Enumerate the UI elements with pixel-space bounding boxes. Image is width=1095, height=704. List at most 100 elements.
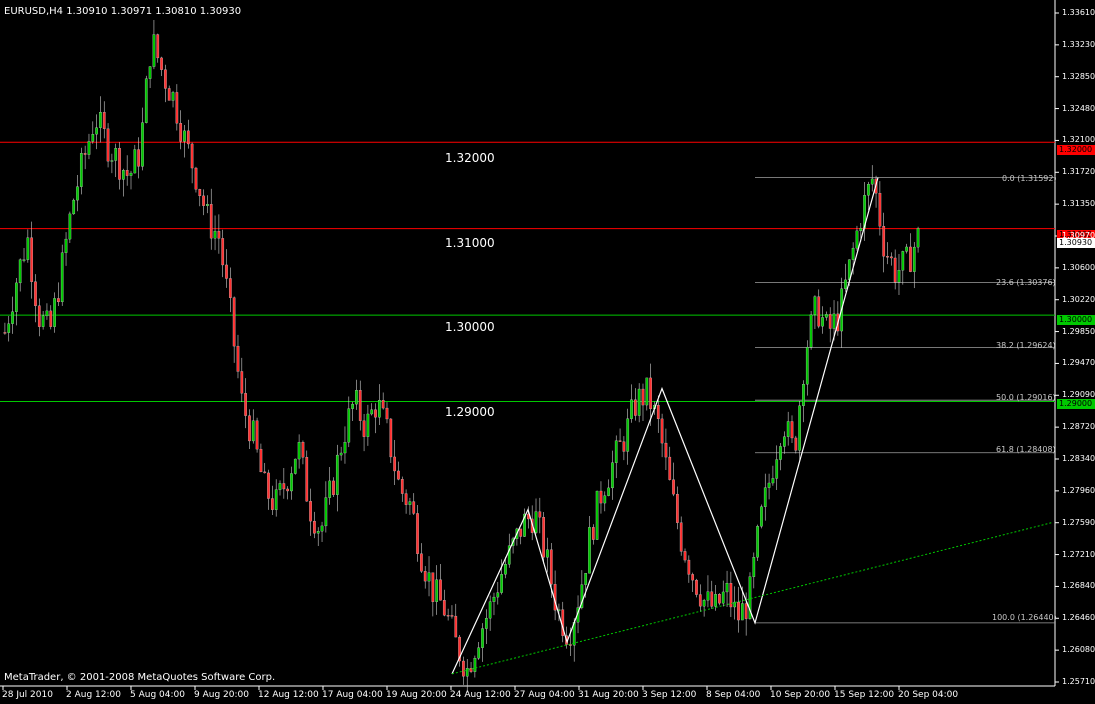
candle-body (408, 501, 412, 505)
candle-body (41, 315, 45, 327)
price-tick-label: 1.30970 (1062, 231, 1095, 240)
candle-body (129, 172, 133, 176)
candle-body (217, 230, 221, 239)
candle-body (897, 270, 901, 283)
candle-body (297, 442, 301, 460)
candle-body (595, 490, 599, 540)
candle-body (725, 583, 729, 593)
candle-body (57, 298, 60, 303)
candle-body (305, 457, 309, 502)
candle-body (767, 482, 771, 488)
candle-body (809, 314, 813, 348)
candle-body (423, 571, 427, 582)
candle-body (855, 230, 859, 249)
candle-body (240, 371, 244, 394)
candle-body (259, 448, 263, 473)
candle-body (267, 472, 270, 499)
candle-body (328, 480, 332, 498)
candle-body (488, 601, 492, 619)
candle-body (607, 487, 610, 496)
candle-body (909, 246, 912, 272)
price-tick-label: 1.31720 (1062, 167, 1095, 177)
candle-body (278, 483, 282, 490)
candle-body (718, 594, 721, 604)
time-tick-label: 8 Sep 04:00 (706, 690, 761, 700)
candle-body (175, 92, 179, 124)
candle-body (641, 388, 645, 406)
candle-body (645, 377, 649, 406)
candle-body (167, 88, 171, 101)
candle-body (649, 377, 652, 410)
price-tick-label: 1.33230 (1062, 39, 1095, 49)
price-tick-label: 1.29470 (1062, 358, 1095, 368)
level-label-132000: 1.32000 (445, 151, 495, 165)
candle-body (68, 213, 72, 240)
price-tick-label: 1.29850 (1062, 326, 1095, 336)
candle-body (454, 615, 458, 638)
candle-body (622, 441, 626, 452)
candle-body (668, 456, 672, 480)
time-tick-label: 10 Sep 20:00 (770, 690, 831, 700)
candle-body (137, 149, 140, 167)
price-tick-label: 1.29090 (1062, 390, 1095, 400)
price-tick-label: 1.32480 (1062, 103, 1095, 113)
fib-label-0: 0.0 (1.31592) (1002, 174, 1057, 183)
candle-body (206, 204, 209, 206)
time-tick-label: 20 Sep 04:00 (898, 690, 959, 700)
time-tick-label: 2 Aug 12:00 (66, 690, 121, 700)
candle-body (324, 497, 328, 527)
candle-body (316, 531, 320, 534)
price-tick-label: 1.28720 (1062, 422, 1095, 432)
candle-body (832, 313, 836, 329)
candle-body (496, 592, 500, 598)
candle-body (11, 311, 14, 324)
candle-body (114, 148, 118, 161)
candle-body (18, 259, 22, 284)
candle-body (263, 471, 267, 474)
candle-body (3, 332, 7, 334)
candle-body (366, 413, 370, 437)
candle-body (358, 390, 362, 421)
time-tick-label: 28 Jul 2010 (2, 690, 53, 700)
candle-body (442, 600, 446, 616)
candle-body (144, 78, 148, 123)
candle-body (22, 259, 26, 261)
price-tick-label: 1.33610 (1062, 8, 1095, 17)
candle-body (91, 134, 95, 142)
candle-body (821, 317, 824, 327)
candle-body (660, 418, 664, 444)
candle-body (492, 596, 496, 602)
fib-label-50: 50.0 (1.29016) (996, 393, 1056, 402)
candle-body (225, 264, 228, 279)
candle-body (236, 345, 240, 372)
price-tick-label: 1.25710 (1062, 677, 1095, 686)
candle-body (695, 579, 698, 595)
candle-body (416, 513, 419, 554)
candle-body (335, 454, 339, 495)
candle-body (633, 399, 637, 416)
candle-body (110, 160, 114, 162)
candle-body (752, 557, 756, 577)
candle-body (481, 628, 484, 648)
candle-body (179, 123, 183, 142)
fib-label-100: 100.0 (1.26440) (992, 613, 1057, 622)
candle-body (473, 658, 477, 672)
candle-body (213, 230, 217, 239)
candle-body (381, 400, 385, 409)
candle-body (362, 420, 366, 437)
candle-body (599, 490, 603, 504)
candle-body (683, 551, 687, 561)
candle-body (156, 34, 160, 59)
candle-body (519, 528, 523, 537)
price-chart[interactable] (0, 0, 1095, 704)
candle-body (404, 493, 408, 505)
candle-body (710, 591, 714, 607)
candle-body (870, 178, 874, 185)
candle-body (30, 237, 34, 282)
candle-body (274, 489, 278, 510)
fib-label-61: 61.8 (1.28408) (996, 445, 1056, 454)
candle-body (343, 442, 347, 454)
candle-body (740, 603, 744, 621)
candle-body (194, 167, 198, 190)
candle-body (656, 405, 660, 420)
